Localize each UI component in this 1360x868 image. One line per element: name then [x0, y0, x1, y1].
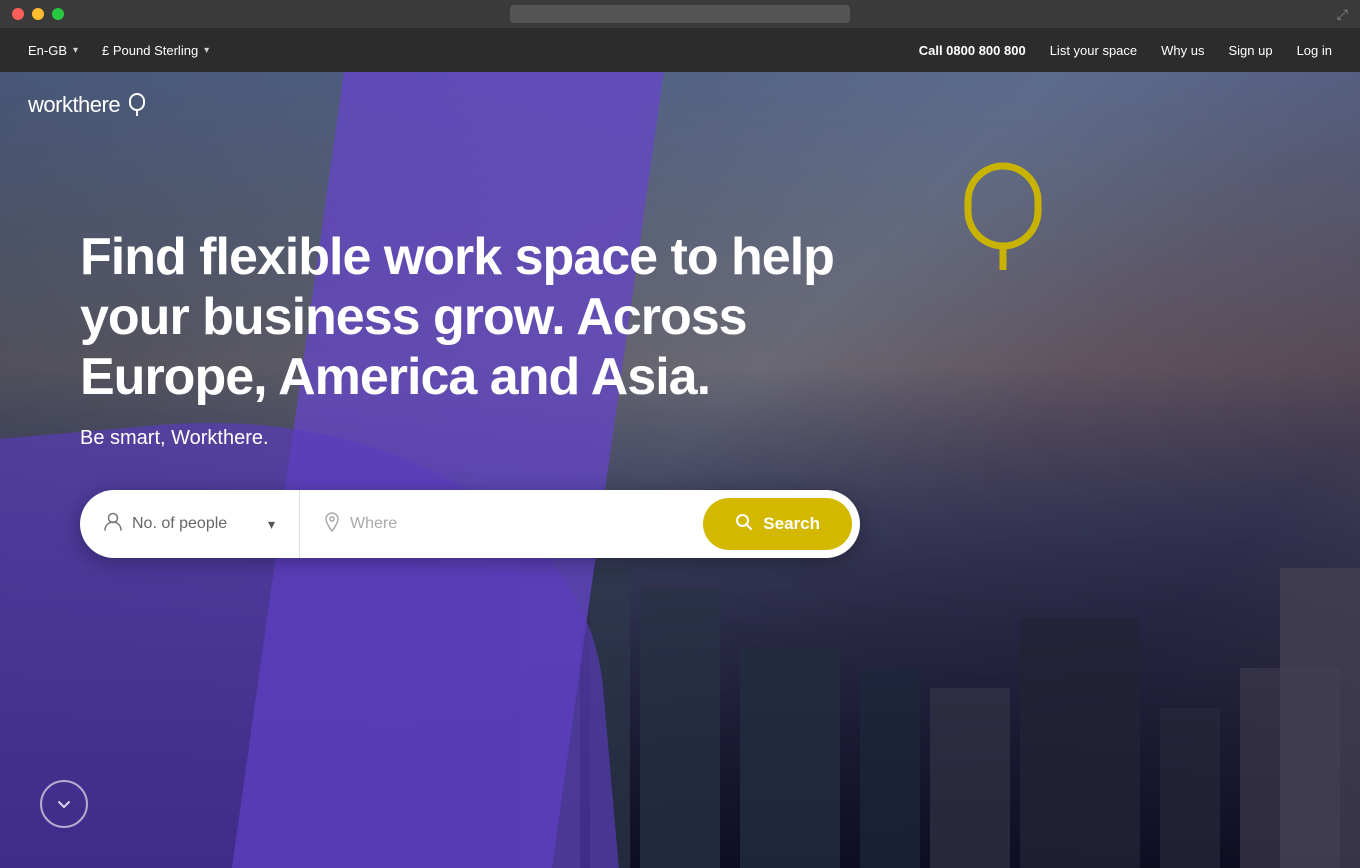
list-space-link[interactable]: List your space — [1050, 43, 1137, 58]
people-label: No. of people — [132, 515, 258, 533]
mac-titlebar: ⤢ — [0, 0, 1360, 28]
top-navigation: En-GB ▾ £ Pound Sterling ▾ Call 0800 800… — [0, 28, 1360, 72]
person-icon — [104, 512, 122, 537]
page: En-GB ▾ £ Pound Sterling ▾ Call 0800 800… — [0, 28, 1360, 868]
address-bar[interactable] — [510, 5, 850, 23]
logo[interactable]: workthere — [28, 92, 146, 118]
scroll-down-button[interactable] — [40, 780, 88, 828]
mac-maximize-dot[interactable] — [52, 8, 64, 20]
hero-subtitle: Be smart, Workthere. — [80, 427, 860, 450]
mac-minimize-dot[interactable] — [32, 8, 44, 20]
hero-content: Find flexible work space to help your bu… — [80, 228, 860, 558]
why-us-link[interactable]: Why us — [1161, 43, 1204, 58]
yellow-pin-decoration — [960, 158, 1060, 278]
logo-pin-icon — [128, 93, 146, 117]
where-input[interactable] — [350, 515, 671, 533]
where-field — [300, 490, 695, 558]
mac-close-dot[interactable] — [12, 8, 24, 20]
nav-right: Call 0800 800 800 List your space Why us… — [919, 43, 1332, 58]
locale-dropdown[interactable]: En-GB ▾ — [28, 43, 78, 58]
nav-left: En-GB ▾ £ Pound Sterling ▾ — [28, 43, 209, 58]
people-chevron-icon: ▾ — [268, 516, 275, 533]
search-label: Search — [763, 514, 820, 534]
search-bar: No. of people ▾ — [80, 490, 860, 558]
location-icon — [324, 512, 340, 537]
window-resize-icon: ⤢ — [1337, 6, 1348, 23]
currency-dropdown[interactable]: £ Pound Sterling ▾ — [102, 43, 209, 58]
people-selector[interactable]: No. of people ▾ — [80, 490, 300, 558]
search-icon — [735, 513, 753, 536]
log-in-link[interactable]: Log in — [1297, 43, 1332, 58]
currency-chevron-icon: ▾ — [204, 45, 209, 56]
locale-label: En-GB — [28, 43, 67, 58]
phone-link[interactable]: Call 0800 800 800 — [919, 43, 1026, 58]
main-header: workthere — [0, 72, 1360, 138]
hero-title: Find flexible work space to help your bu… — [80, 228, 860, 407]
currency-label: £ Pound Sterling — [102, 43, 198, 58]
sign-up-link[interactable]: Sign up — [1228, 43, 1272, 58]
search-button[interactable]: Search — [703, 498, 852, 550]
locale-chevron-icon: ▾ — [73, 45, 78, 56]
logo-text: workthere — [28, 92, 120, 118]
